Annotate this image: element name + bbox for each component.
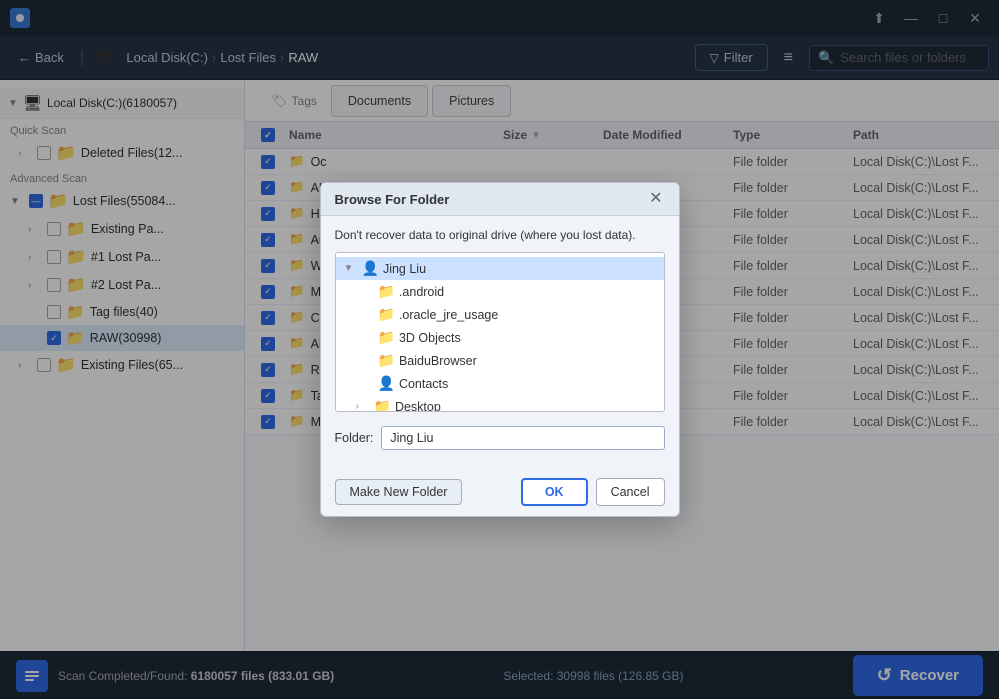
tree-label: Desktop — [395, 400, 441, 412]
ok-button[interactable]: OK — [521, 478, 588, 506]
ok-label: OK — [545, 485, 564, 499]
tree-label: Contacts — [399, 377, 448, 391]
folder-tree[interactable]: ▼ 👤 Jing Liu › 📁 .android › 📁 .orac — [336, 253, 664, 411]
folder-icon: 📁 — [378, 283, 395, 300]
tree-item-jingliu[interactable]: ▼ 👤 Jing Liu — [336, 257, 664, 280]
modal-action-buttons: OK Cancel — [521, 478, 665, 506]
tree-label: Jing Liu — [383, 262, 426, 276]
contacts-icon: 👤 — [378, 375, 395, 392]
tree-item-oracle[interactable]: › 📁 .oracle_jre_usage — [336, 303, 664, 326]
browse-folder-modal: Browse For Folder ✕ Don't recover data t… — [320, 182, 680, 517]
expand-icon: ▼ — [344, 263, 358, 274]
tree-label: BaiduBrowser — [399, 354, 477, 368]
modal-title-bar: Browse For Folder ✕ — [321, 183, 679, 216]
make-new-folder-label: Make New Folder — [350, 485, 448, 499]
tree-label: 3D Objects — [399, 331, 461, 345]
cancel-label: Cancel — [611, 485, 650, 499]
tree-item-android[interactable]: › 📁 .android — [336, 280, 664, 303]
cancel-button[interactable]: Cancel — [596, 478, 665, 506]
modal-footer: Make New Folder OK Cancel — [321, 468, 679, 516]
folder-label-row: Folder: — [335, 420, 665, 456]
tree-label: .oracle_jre_usage — [399, 308, 498, 322]
modal-title: Browse For Folder — [335, 192, 450, 207]
tree-item-contacts[interactable]: › 👤 Contacts — [336, 372, 664, 395]
folder-blue-icon: 📁 — [378, 329, 395, 346]
tree-item-baidubrowser[interactable]: › 📁 BaiduBrowser — [336, 349, 664, 372]
folder-label: Folder: — [335, 431, 374, 445]
tree-item-desktop[interactable]: › 📁 Desktop — [336, 395, 664, 411]
modal-body: Don't recover data to original drive (wh… — [321, 216, 679, 468]
close-icon: ✕ — [649, 190, 662, 207]
folder-icon: 📁 — [378, 352, 395, 369]
make-new-folder-button[interactable]: Make New Folder — [335, 479, 463, 505]
modal-close-button[interactable]: ✕ — [647, 191, 664, 207]
folder-blue-icon: 📁 — [374, 398, 391, 411]
expand-icon: › — [356, 401, 370, 411]
user-icon: 👤 — [362, 260, 379, 277]
folder-icon: 📁 — [378, 306, 395, 323]
tree-item-3dobjects[interactable]: › 📁 3D Objects — [336, 326, 664, 349]
modal-warning: Don't recover data to original drive (wh… — [335, 228, 665, 242]
folder-input[interactable] — [381, 426, 664, 450]
modal-overlay: Browse For Folder ✕ Don't recover data t… — [0, 0, 999, 699]
tree-label: .android — [399, 285, 444, 299]
